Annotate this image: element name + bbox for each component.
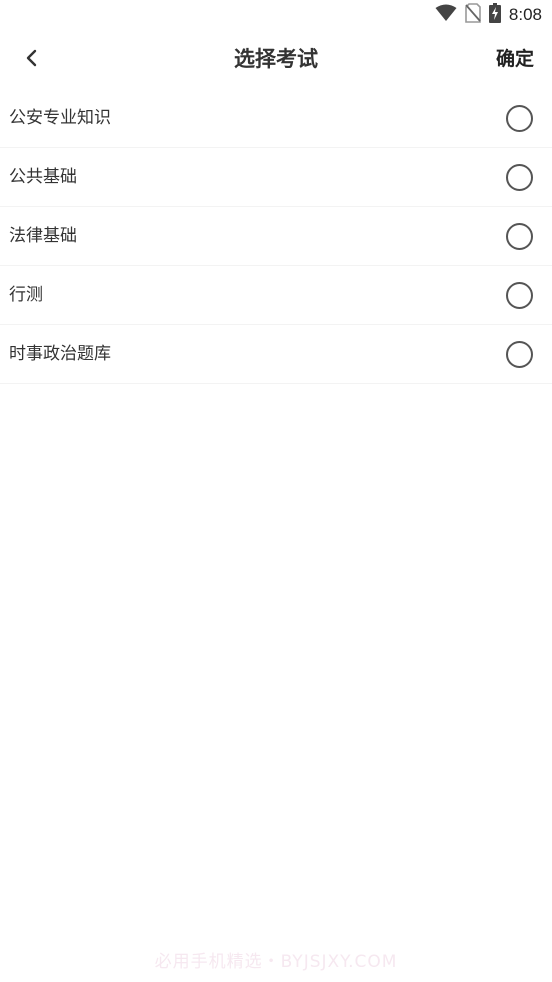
radio-button[interactable] [506,341,533,368]
confirm-button[interactable]: 确定 [496,30,534,90]
status-bar: 8:08 [0,0,552,30]
battery-charging-icon [488,3,501,27]
wifi-icon [435,4,457,26]
exam-item-label: 行测 [9,285,43,305]
radio-button[interactable] [506,164,533,191]
exam-list: 公安专业知识 公共基础 法律基础 行测 时事政治题库 [0,89,552,384]
radio-button[interactable] [506,105,533,132]
exam-item-label: 时事政治题库 [9,344,111,364]
exam-item-label: 公安专业知识 [9,108,111,128]
exam-item-current-affairs[interactable]: 时事政治题库 [0,325,552,384]
exam-item-aptitude-test[interactable]: 行测 [0,266,552,325]
exam-item-label: 法律基础 [9,226,77,246]
status-time: 8:08 [508,5,542,24]
exam-item-police-knowledge[interactable]: 公安专业知识 [0,89,552,148]
exam-item-public-basics[interactable]: 公共基础 [0,148,552,207]
radio-button[interactable] [506,282,533,309]
exam-item-label: 公共基础 [9,167,77,187]
radio-button[interactable] [506,223,533,250]
watermark: 必用手机精选・BYJSJXY.COM [154,952,398,972]
status-icons: 8:08 [435,0,542,30]
page-title: 选择考试 [234,47,318,71]
exam-item-law-basics[interactable]: 法律基础 [0,207,552,266]
app-header: 选择考试 确定 [0,30,552,90]
no-sim-icon [465,3,481,27]
